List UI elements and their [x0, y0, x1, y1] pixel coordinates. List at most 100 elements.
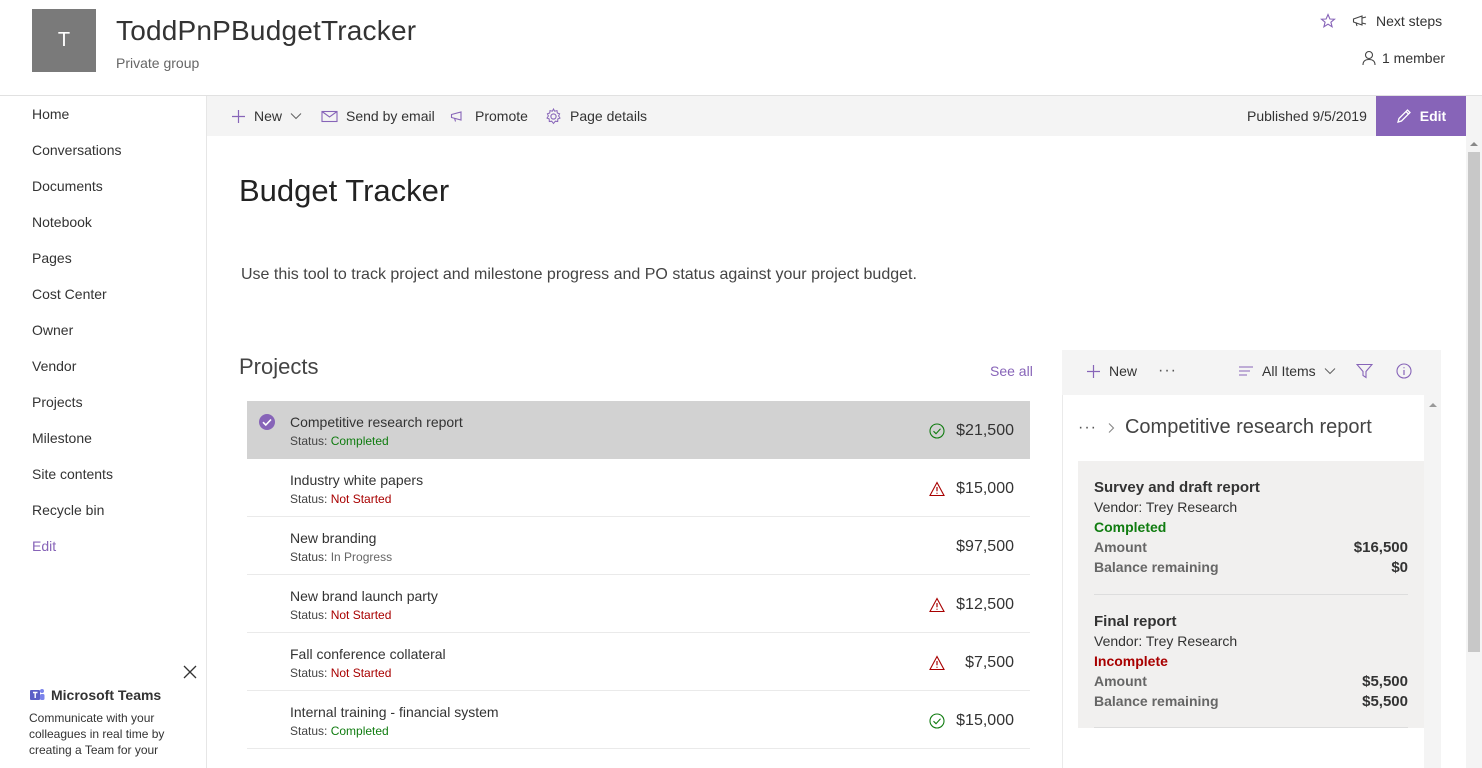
close-icon[interactable]: [182, 664, 198, 680]
project-row[interactable]: Industry white papers Status: Not Starte…: [247, 459, 1030, 517]
status-prefix: Status:: [290, 666, 328, 680]
send-by-email-button[interactable]: Send by email: [321, 96, 435, 136]
megaphone-icon: [1352, 15, 1367, 27]
scroll-up-arrow-icon[interactable]: [1429, 401, 1437, 409]
project-amount: $97,500: [956, 538, 1014, 555]
milestone-card[interactable]: Survey and draft report Vendor: Trey Res…: [1094, 479, 1408, 579]
nav-item-milestone[interactable]: Milestone: [32, 430, 92, 446]
project-row[interactable]: New brand launch party Status: Not Start…: [247, 575, 1030, 633]
nav-item-projects[interactable]: Projects: [32, 394, 83, 410]
project-status: Status: Not Started: [290, 492, 391, 506]
scroll-up-arrow-icon[interactable]: [1470, 140, 1478, 148]
list-new-button[interactable]: New: [1086, 350, 1137, 392]
project-status: Status: In Progress: [290, 550, 392, 564]
project-row[interactable]: Internal training - financial system Sta…: [247, 691, 1030, 749]
next-steps-button[interactable]: Next steps: [1352, 13, 1442, 29]
list-view-icon: [1239, 366, 1253, 376]
star-icon[interactable]: [1320, 13, 1336, 29]
page-details-label: Page details: [570, 108, 648, 124]
nav-item-home[interactable]: Home: [32, 106, 69, 122]
balance-label: Balance remaining: [1094, 559, 1219, 575]
plus-icon: [232, 109, 245, 123]
nav-item-owner[interactable]: Owner: [32, 322, 73, 338]
milestone-vendor: Vendor: Trey Research: [1094, 633, 1238, 649]
milestone-state: Incomplete: [1094, 653, 1168, 669]
milestone-balance-row: Balance remaining $5,500: [1094, 693, 1408, 713]
warning-icon: [929, 481, 945, 497]
milestone-balance-row: Balance remaining $0: [1094, 559, 1408, 579]
status-value: Not Started: [330, 492, 392, 506]
person-icon: [1362, 50, 1376, 66]
nav-item-notebook[interactable]: Notebook: [32, 214, 92, 230]
new-menu-button[interactable]: New: [231, 96, 302, 136]
project-name: Fall conference collateral: [290, 646, 446, 662]
mail-icon: [321, 110, 338, 122]
members-label: 1 member: [1382, 50, 1446, 66]
nav-item-vendor[interactable]: Vendor: [32, 358, 76, 374]
view-label: All Items: [1262, 363, 1316, 379]
members-button[interactable]: 1 member: [1362, 50, 1445, 66]
scrollbar-thumb[interactable]: [1468, 152, 1480, 652]
card-divider: [1094, 594, 1408, 595]
site-title[interactable]: ToddPnPBudgetTracker: [116, 15, 416, 47]
nav-item-recycle-bin[interactable]: Recycle bin: [32, 502, 104, 518]
check-circle-icon: [929, 713, 945, 729]
chevron-right-icon: [1108, 422, 1115, 433]
site-logo[interactable]: T: [32, 9, 96, 72]
info-button[interactable]: [1396, 350, 1412, 392]
milestone-title: Final report: [1094, 613, 1177, 630]
project-status: Status: Not Started: [290, 608, 391, 622]
chevron-down-icon: [290, 113, 302, 120]
teams-logo-icon: [30, 689, 45, 700]
selected-check-icon[interactable]: [258, 413, 276, 431]
project-name: New brand launch party: [290, 588, 438, 604]
nav-item-cost-center[interactable]: Cost Center: [32, 286, 107, 302]
card-divider: [1094, 727, 1408, 728]
balance-value: $0: [1391, 559, 1408, 576]
status-value: Not Started: [330, 608, 392, 622]
amount-value: $16,500: [1353, 539, 1408, 556]
project-name: Competitive research report: [290, 414, 463, 430]
status-value: Completed: [330, 434, 389, 448]
edit-page-button[interactable]: Edit: [1376, 96, 1466, 136]
site-header: T ToddPnPBudgetTracker Private group Nex…: [0, 0, 1482, 96]
check-circle-icon: [929, 423, 945, 439]
list-panel-scrollbar[interactable]: [1424, 395, 1441, 768]
breadcrumb-overflow-button[interactable]: ···: [1078, 419, 1097, 437]
promote-button[interactable]: Promote: [450, 96, 528, 136]
filter-button[interactable]: [1356, 350, 1373, 392]
milestone-amount-row: Amount $16,500: [1094, 539, 1408, 559]
amount-label: Amount: [1094, 539, 1147, 555]
site-privacy-label: Private group: [116, 55, 200, 71]
amount-value: $5,500: [1362, 673, 1408, 690]
warning-icon: [929, 655, 945, 671]
nav-item-pages[interactable]: Pages: [32, 250, 72, 266]
page-description: Use this tool to track project and miles…: [241, 266, 917, 283]
status-prefix: Status:: [290, 492, 328, 506]
status-value: In Progress: [330, 550, 393, 564]
balance-label: Balance remaining: [1094, 693, 1219, 709]
milestone-state: Completed: [1094, 519, 1167, 535]
teams-promo-description: Communicate with your colleagues in real…: [29, 711, 165, 757]
status-prefix: Status:: [290, 608, 328, 622]
project-name: New branding: [290, 530, 377, 546]
nav-edit-link[interactable]: Edit: [32, 538, 56, 554]
published-status: Published 9/5/2019: [1247, 108, 1367, 124]
more-options-button[interactable]: ···: [1158, 350, 1177, 392]
project-status: Status: Completed: [290, 434, 389, 448]
milestone-card[interactable]: Final report Vendor: Trey Research Incom…: [1094, 613, 1408, 713]
next-steps-label: Next steps: [1376, 13, 1443, 29]
project-row[interactable]: New branding Status: In Progress $97,500: [247, 517, 1030, 575]
project-row[interactable]: Competitive research report Status: Comp…: [247, 401, 1030, 459]
breadcrumb: ··· Competitive research report: [1078, 416, 1372, 439]
nav-item-documents[interactable]: Documents: [32, 178, 103, 194]
project-row[interactable]: Fall conference collateral Status: Not S…: [247, 633, 1030, 691]
page-details-button[interactable]: Page details: [545, 96, 647, 136]
nav-item-conversations[interactable]: Conversations: [32, 142, 122, 158]
milestone-list-toolbar: New ··· All Items: [1062, 350, 1441, 395]
see-all-link[interactable]: See all: [990, 363, 1033, 379]
view-selector[interactable]: All Items: [1238, 350, 1336, 392]
left-navigation: Home Conversations Documents Notebook Pa…: [0, 96, 207, 768]
nav-item-site-contents[interactable]: Site contents: [32, 466, 113, 482]
project-name: Industry white papers: [290, 472, 424, 488]
